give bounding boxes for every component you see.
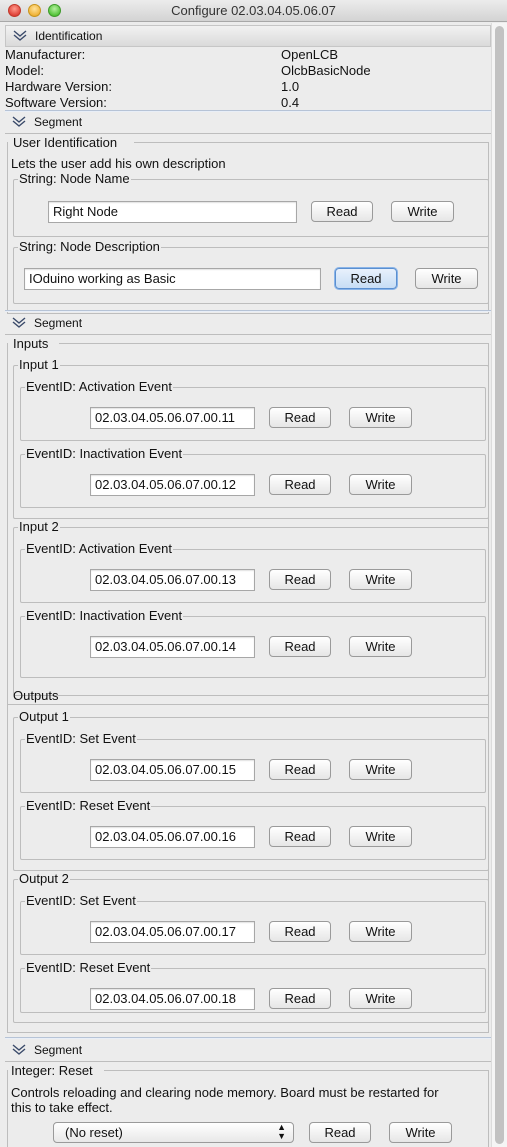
output-1-label: Output 1	[18, 709, 70, 724]
output-1-set-read-button[interactable]: Read	[269, 759, 331, 780]
output-1-reset-event-input[interactable]: 02.03.04.05.06.07.00.16	[90, 826, 255, 848]
inactivation-event-label: EventID: Inactivation Event	[25, 446, 184, 461]
segment-title: Segment	[34, 1043, 83, 1057]
chevron-down-icon	[13, 30, 27, 41]
divider	[5, 334, 491, 335]
set-event-label: EventID: Set Event	[25, 731, 137, 746]
input-1-activation-read-button[interactable]: Read	[269, 407, 331, 428]
segment-title: Segment	[34, 316, 83, 330]
outputs-label: Outputs	[13, 688, 59, 703]
input-2-label: Input 2	[18, 519, 60, 534]
reset-select-value: (No reset)	[65, 1125, 123, 1140]
input-2-inactivation-event-input[interactable]: 02.03.04.05.06.07.00.14	[90, 636, 255, 658]
input-1-inactivation-write-button[interactable]: Write	[349, 474, 412, 495]
identification-title: Identification	[35, 29, 103, 43]
inactivation-event-label: EventID: Inactivation Event	[25, 608, 184, 623]
software-version-label: Software Version:	[5, 95, 107, 110]
manufacturer-label: Manufacturer:	[5, 47, 86, 62]
window-titlebar: Configure 02.03.04.05.06.07	[0, 0, 507, 22]
divider	[7, 704, 489, 705]
reset-select[interactable]: (No reset) ▲ ▼	[53, 1122, 294, 1143]
divider	[59, 343, 489, 344]
input-2-activation-event-input[interactable]: 02.03.04.05.06.07.00.13	[90, 569, 255, 591]
hardware-version-value: 1.0	[281, 79, 300, 94]
reset-event-label: EventID: Reset Event	[25, 960, 152, 975]
divider	[7, 142, 8, 314]
node-description-write-button[interactable]: Write	[415, 268, 478, 289]
output-1-reset-write-button[interactable]: Write	[349, 826, 412, 847]
divider	[104, 1070, 489, 1071]
model-label: Model:	[5, 63, 45, 78]
segment-header-3[interactable]: Segment	[5, 1040, 491, 1062]
inputs-label: Inputs	[13, 336, 49, 351]
input-1-inactivation-read-button[interactable]: Read	[269, 474, 331, 495]
divider	[7, 1032, 489, 1033]
software-version-value: 0.4	[281, 95, 300, 110]
reset-read-button[interactable]: Read	[309, 1122, 371, 1143]
output-2-set-write-button[interactable]: Write	[349, 921, 412, 942]
output-2-label: Output 2	[18, 871, 70, 886]
chevron-down-icon	[12, 116, 26, 127]
reset-event-label: EventID: Reset Event	[25, 798, 152, 813]
segment-title: Segment	[34, 115, 83, 129]
output-1-reset-read-button[interactable]: Read	[269, 826, 331, 847]
output-1-set-event-input[interactable]: 02.03.04.05.06.07.00.15	[90, 759, 255, 781]
activation-event-label: EventID: Activation Event	[25, 541, 173, 556]
input-2-activation-write-button[interactable]: Write	[349, 569, 412, 590]
set-event-label: EventID: Set Event	[25, 893, 137, 908]
divider	[7, 343, 8, 705]
input-1-label: Input 1	[18, 357, 60, 372]
output-2-reset-read-button[interactable]: Read	[269, 988, 331, 1009]
divider	[7, 695, 8, 1033]
window-title: Configure 02.03.04.05.06.07	[171, 3, 336, 18]
output-2-reset-write-button[interactable]: Write	[349, 988, 412, 1009]
node-description-read-button[interactable]: Read	[335, 268, 397, 289]
reset-write-button[interactable]: Write	[389, 1122, 452, 1143]
vertical-scrollbar[interactable]	[491, 23, 507, 1147]
reset-description-line-2: this to take effect.	[11, 1100, 113, 1115]
divider	[5, 133, 491, 134]
input-2-inactivation-write-button[interactable]: Write	[349, 636, 412, 657]
updown-arrows-icon: ▲ ▼	[277, 1122, 286, 1141]
separator	[5, 1037, 491, 1039]
node-name-write-button[interactable]: Write	[391, 201, 454, 222]
output-2-set-read-button[interactable]: Read	[269, 921, 331, 942]
output-2-set-event-input[interactable]: 02.03.04.05.06.07.00.17	[90, 921, 255, 943]
segment-header-2[interactable]: Segment	[5, 313, 491, 335]
input-2-inactivation-read-button[interactable]: Read	[269, 636, 331, 657]
hardware-version-label: Hardware Version:	[5, 79, 112, 94]
integer-reset-label: Integer: Reset	[11, 1063, 93, 1078]
divider	[5, 1061, 491, 1062]
node-description-label: String: Node Description	[18, 239, 161, 254]
config-panel: Identification Manufacturer: OpenLCB Mod…	[0, 23, 491, 1147]
input-2-activation-read-button[interactable]: Read	[269, 569, 331, 590]
output-1-set-write-button[interactable]: Write	[349, 759, 412, 780]
divider	[69, 695, 489, 696]
user-identification-label: User Identification	[13, 135, 118, 150]
node-name-input[interactable]: Right Node	[48, 201, 297, 223]
model-value: OlcbBasicNode	[281, 63, 371, 78]
activation-event-label: EventID: Activation Event	[25, 379, 173, 394]
separator	[5, 310, 491, 312]
scrollbar-thumb[interactable]	[495, 26, 504, 1144]
segment-header-1[interactable]: Segment	[5, 112, 491, 134]
input-1-activation-write-button[interactable]: Write	[349, 407, 412, 428]
user-identification-description: Lets the user add his own description	[11, 156, 226, 171]
manufacturer-value: OpenLCB	[281, 47, 339, 62]
input-1-inactivation-event-input[interactable]: 02.03.04.05.06.07.00.12	[90, 474, 255, 496]
divider	[488, 1070, 489, 1147]
chevron-down-icon	[12, 317, 26, 328]
divider	[134, 142, 489, 143]
identification-header[interactable]: Identification	[5, 25, 491, 47]
chevron-down-icon	[12, 1044, 26, 1055]
node-name-label: String: Node Name	[18, 171, 131, 186]
node-description-input[interactable]: IOduino working as Basic	[24, 268, 321, 290]
node-name-read-button[interactable]: Read	[311, 201, 373, 222]
reset-description-line-1: Controls reloading and clearing node mem…	[11, 1085, 439, 1100]
input-1-activation-event-input[interactable]: 02.03.04.05.06.07.00.11	[90, 407, 255, 429]
output-2-reset-event-input[interactable]: 02.03.04.05.06.07.00.18	[90, 988, 255, 1010]
divider	[7, 1070, 8, 1147]
